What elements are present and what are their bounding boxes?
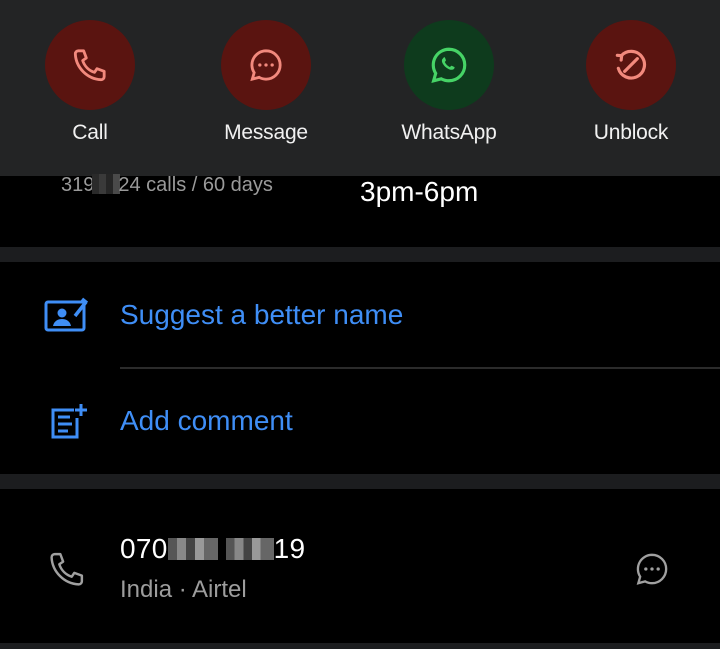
phone-icon: [73, 49, 106, 82]
unblock-button[interactable]: Unblock: [541, 20, 720, 145]
redacted-block: [225, 538, 274, 560]
redacted-block: [92, 174, 121, 194]
add-comment-label[interactable]: Add comment: [120, 405, 293, 437]
message-icon[interactable]: [632, 549, 672, 589]
message-label: Message: [224, 121, 308, 144]
add-comment-icon: [51, 404, 87, 439]
unblock-label: Unblock: [593, 121, 669, 144]
message-icon: [250, 49, 282, 82]
section-divider: [0, 643, 720, 649]
call-circle[interactable]: [45, 20, 135, 110]
suggest-name-label[interactable]: Suggest a better name: [120, 299, 403, 331]
stats-prefix: 319: [61, 174, 95, 196]
action-bar: Call Message WhatsApp Unblock: [0, 0, 720, 176]
best-time-to-call: 3pm-6pm: [360, 176, 479, 207]
phone-number[interactable]: 070 19: [120, 533, 305, 565]
whatsapp-icon: [431, 47, 467, 83]
stats-suffix: 24 calls / 60 days: [118, 174, 273, 196]
call-label: Call: [72, 121, 108, 144]
unblock-icon: [615, 49, 647, 80]
list-divider: [120, 367, 720, 369]
carrier-info: India · Airtel: [120, 576, 247, 603]
message-button[interactable]: Message: [176, 20, 356, 145]
edit-contact-icon: [44, 297, 89, 332]
whatsapp-label: WhatsApp: [401, 121, 497, 144]
call-stats: 319 24 calls / 60 days: [61, 174, 273, 197]
add-comment-row[interactable]: Add comment: [0, 386, 720, 456]
redacted-block: [167, 538, 218, 560]
whatsapp-circle[interactable]: [404, 20, 494, 110]
unblock-circle[interactable]: [586, 20, 676, 110]
number-prefix: 070: [120, 533, 168, 564]
section-divider: [0, 474, 720, 489]
phone-icon: [50, 552, 84, 586]
message-circle[interactable]: [221, 20, 311, 110]
section-divider: [0, 247, 720, 262]
call-button[interactable]: Call: [0, 20, 180, 145]
whatsapp-button[interactable]: WhatsApp: [359, 20, 539, 145]
suggest-name-row[interactable]: Suggest a better name: [0, 280, 720, 350]
number-suffix: 19: [273, 533, 306, 564]
